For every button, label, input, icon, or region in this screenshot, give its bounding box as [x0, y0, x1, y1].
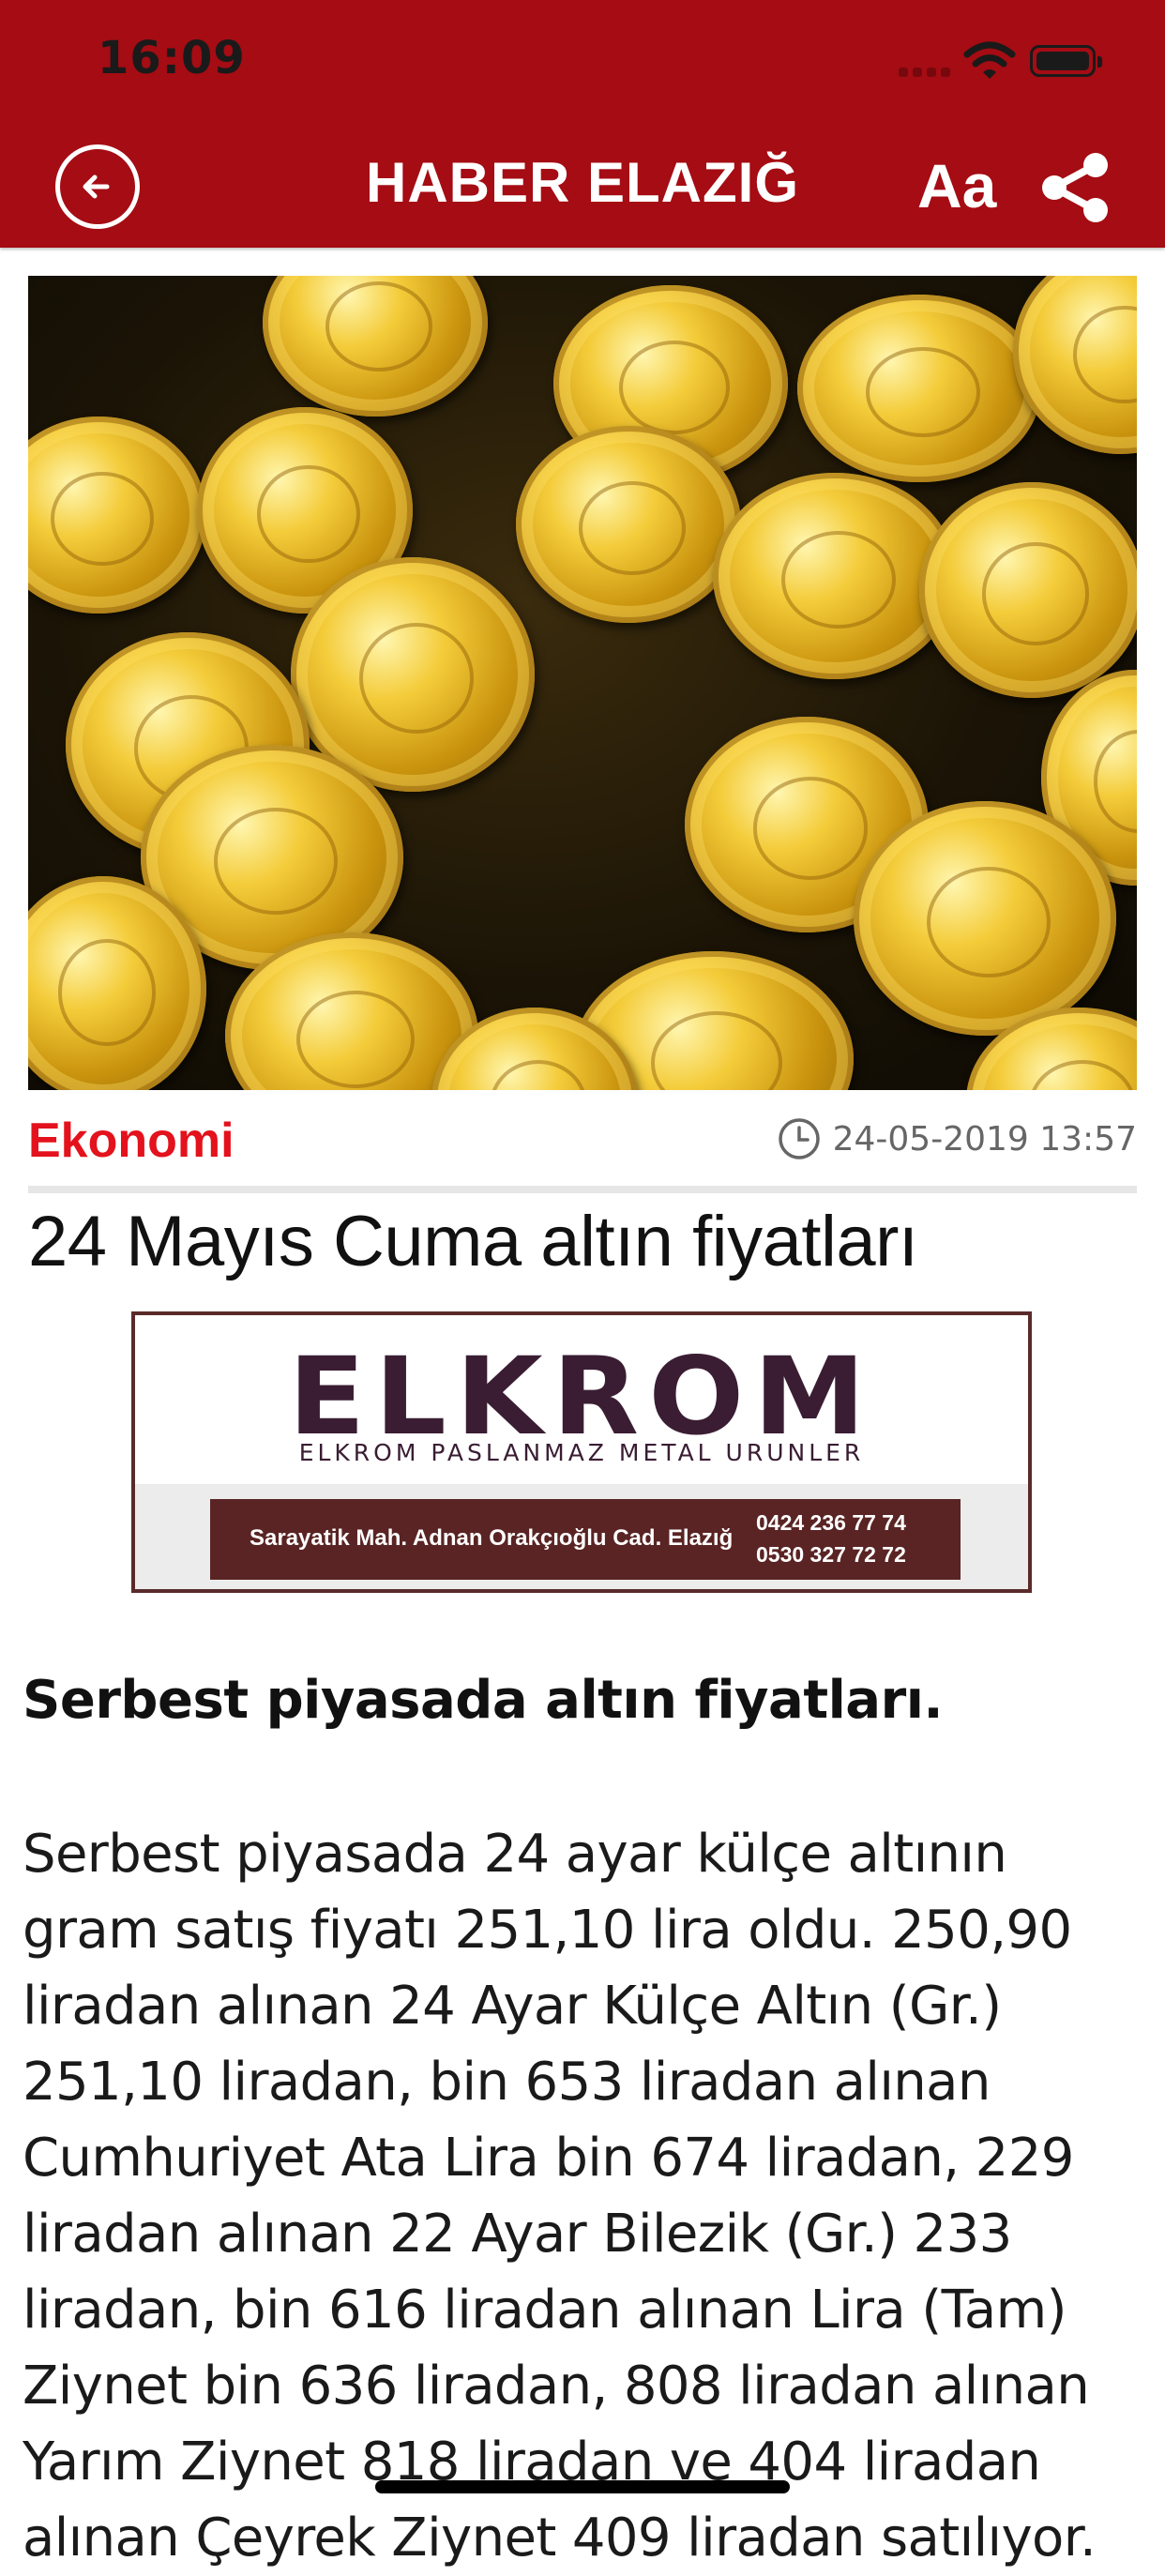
article-date: 24-05-2019 13:57 [777, 1116, 1137, 1161]
advertisement-banner[interactable]: ELKROM ELKROM PASLANMAZ METAL URUNLER Sa… [131, 1311, 1032, 1593]
app-title: HABER ELAZIĞ [366, 151, 799, 214]
article-title: 24 Mayıs Cuma altın fiyatları [28, 1202, 918, 1281]
ad-phone-2: 0530 327 72 72 [756, 1542, 906, 1567]
ad-contact-area: Sarayatik Mah. Adnan Orakçıoğlu Cad. Ela… [135, 1484, 1028, 1589]
cellular-signal-icon [899, 58, 951, 77]
wifi-icon [963, 41, 1016, 79]
font-size-button[interactable]: Aa [917, 150, 996, 221]
ad-contact-bar: Sarayatik Mah. Adnan Orakçıoğlu Cad. Ela… [210, 1499, 961, 1580]
ad-subtitle: ELKROM PASLANMAZ METAL URUNLER [298, 1439, 865, 1466]
home-indicator[interactable] [375, 2480, 790, 2493]
status-time: 16:09 [98, 32, 246, 84]
ad-phone-1: 0424 236 77 74 [756, 1510, 906, 1535]
ad-address: Sarayatik Mah. Adnan Orakçıoğlu Cad. Ela… [250, 1525, 734, 1551]
article-lead: Serbest piyasada altın fiyatları. [23, 1670, 944, 1731]
back-arrow-icon [83, 174, 110, 199]
divider [28, 1186, 1137, 1193]
article-body: Serbest piyasada 24 ayar külçe altının g… [23, 1824, 1097, 2568]
back-button[interactable] [55, 144, 140, 229]
category-label[interactable]: Ekonomi [28, 1113, 235, 1169]
date-text: 24-05-2019 13:57 [832, 1119, 1137, 1159]
article-image [28, 276, 1137, 1090]
clock-icon [778, 1118, 820, 1159]
app-header: 16:09 HABER ELAZIĞ Aa [0, 0, 1165, 248]
share-icon[interactable] [1037, 150, 1112, 225]
article-meta: Ekonomi 24-05-2019 13:57 [28, 1107, 1137, 1182]
battery-icon [1030, 45, 1102, 77]
